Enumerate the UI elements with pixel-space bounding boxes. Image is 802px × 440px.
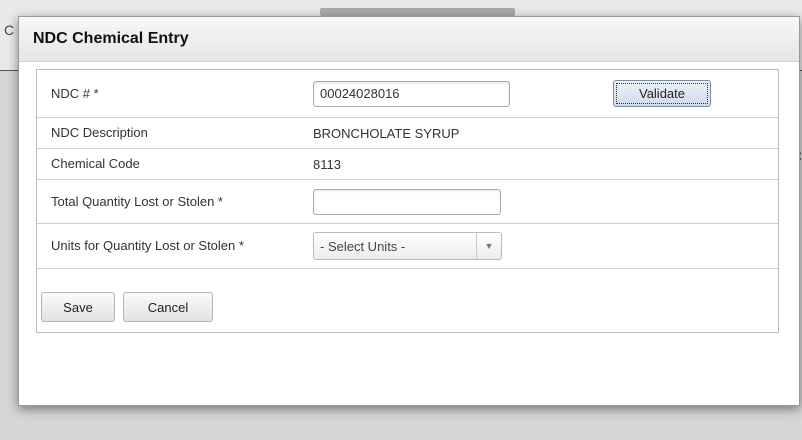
chemical-code-label: Chemical Code — [51, 156, 140, 171]
units-select[interactable]: - Select Units - ▼ — [313, 232, 502, 260]
ndc-label: NDC # * — [51, 85, 99, 101]
form-actions: Save Cancel — [41, 292, 213, 322]
units-row: Units for Quantity Lost or Stolen * - Se… — [37, 224, 778, 269]
quantity-label: Total Quantity Lost or Stolen * — [51, 193, 223, 209]
units-select-value: - Select Units - — [320, 238, 406, 254]
quantity-row: Total Quantity Lost or Stolen * — [37, 180, 778, 224]
chemical-code-value: 8113 — [313, 156, 341, 172]
chevron-down-icon[interactable]: ▼ — [476, 233, 501, 259]
dialog-title: NDC Chemical Entry — [33, 30, 189, 47]
background-text-left: C — [4, 22, 15, 38]
description-label: NDC Description — [51, 125, 148, 140]
validate-button[interactable]: Validate — [613, 80, 711, 107]
units-label: Units for Quantity Lost or Stolen * — [51, 238, 244, 253]
dialog-titlebar[interactable]: NDC Chemical Entry — [19, 17, 799, 62]
quantity-input[interactable] — [313, 188, 501, 215]
ndc-chemical-entry-dialog: NDC Chemical Entry NDC # * Validate NDC … — [18, 16, 800, 406]
background-scrollbar — [320, 8, 515, 16]
ndc-row: NDC # * Validate — [37, 70, 778, 118]
description-row: NDC Description BRONCHOLATE SYRUP — [37, 118, 778, 149]
chemical-code-row: Chemical Code 8113 — [37, 149, 778, 180]
cancel-button[interactable]: Cancel — [123, 292, 213, 322]
form-table: NDC # * Validate NDC Description BRONCHO… — [36, 69, 779, 333]
description-value: BRONCHOLATE SYRUP — [313, 125, 460, 141]
ndc-input[interactable] — [313, 80, 510, 107]
save-button[interactable]: Save — [41, 292, 115, 322]
